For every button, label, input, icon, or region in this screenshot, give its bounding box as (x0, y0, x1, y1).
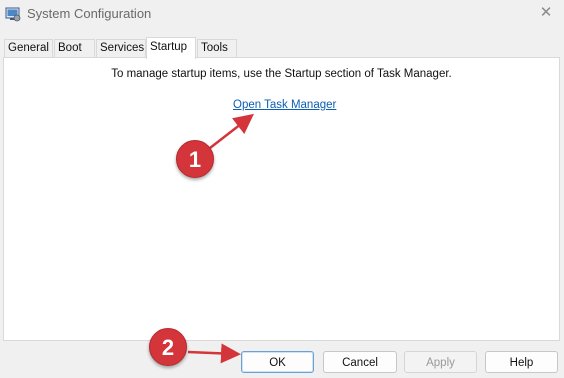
annotation-arrow-2 (187, 343, 241, 364)
step-1-badge: 1 (176, 140, 214, 178)
annotation-arrows (187, 113, 254, 364)
annotation-arrow-1 (209, 113, 254, 149)
step-2-badge: 2 (149, 328, 187, 366)
